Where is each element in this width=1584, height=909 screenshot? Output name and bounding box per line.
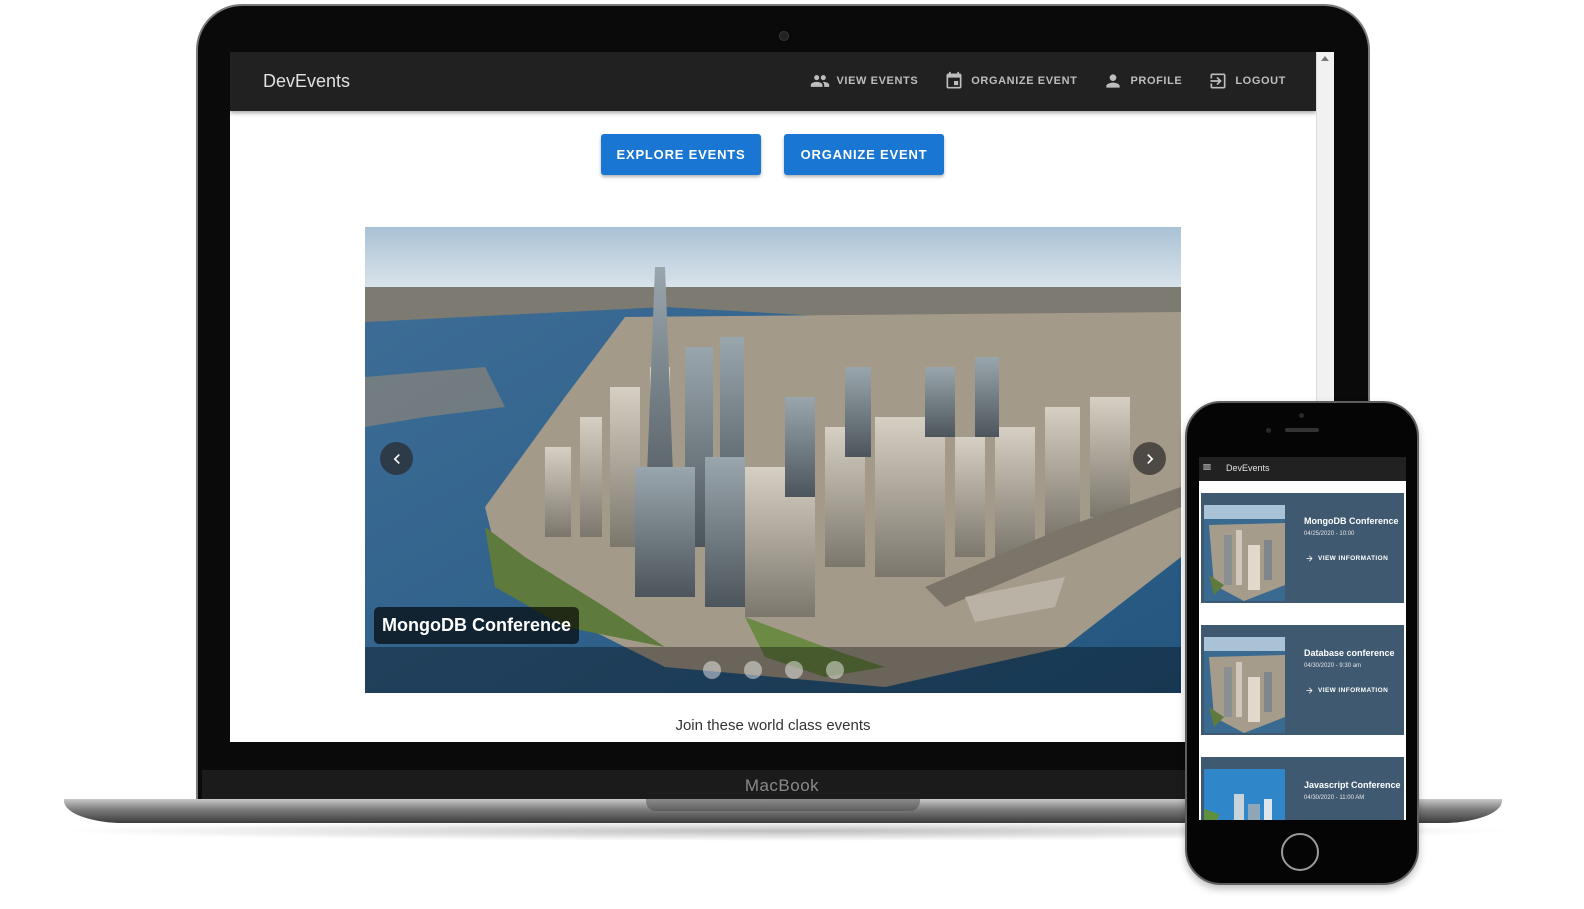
- carousel-dot[interactable]: [826, 661, 844, 679]
- event-thumbnail: [1204, 769, 1285, 820]
- laptop-notch: [646, 799, 920, 811]
- event-thumbnail: [1204, 505, 1285, 601]
- event-card-title: Database conference: [1304, 648, 1395, 658]
- view-information-label: VIEW INFORMATION: [1318, 555, 1389, 562]
- carousel-dot[interactable]: [744, 661, 762, 679]
- view-information-button[interactable]: VIEW INFORMATION: [1305, 686, 1388, 695]
- event-card[interactable]: MongoDB Conference 04/25/2020 - 10:00 VI…: [1201, 493, 1404, 603]
- mobile-brand: DevEvents: [1226, 463, 1270, 473]
- person-icon: [1106, 74, 1121, 88]
- nav-organize-event-label: ORGANIZE EVENT: [971, 75, 1078, 87]
- event-carousel: MongoDB Conference: [365, 227, 1181, 693]
- calendar-icon: [946, 71, 962, 89]
- carousel-prev-button[interactable]: [380, 442, 413, 475]
- chevron-right-icon: [1146, 453, 1153, 464]
- event-card-date: 04/25/2020 - 10:00: [1304, 531, 1355, 537]
- view-information-label: VIEW INFORMATION: [1318, 687, 1389, 694]
- arrow-right-icon: [1306, 687, 1313, 694]
- carousel-dot[interactable]: [785, 661, 803, 679]
- phone-screen: DevEvents MongoDB Conference 04/25/2020 …: [1199, 457, 1406, 820]
- event-card-date: 04/30/2020 - 11:00 AM: [1304, 795, 1365, 801]
- laptop-camera: [779, 31, 789, 41]
- explore-events-button[interactable]: EXPLORE EVENTS: [601, 134, 761, 175]
- laptop-screen: DevEvents VIEW EVENTS ORGANIZE EVENT PRO…: [230, 52, 1334, 742]
- nav-organize-event[interactable]: ORGANIZE EVENT: [944, 71, 1077, 91]
- organize-event-button[interactable]: ORGANIZE EVENT: [784, 134, 944, 175]
- mobile-toolbar: DevEvents: [1199, 457, 1406, 481]
- logout-icon: [1210, 73, 1226, 89]
- hamburger-icon[interactable]: [1202, 462, 1212, 474]
- tagline: Join these world class events: [675, 717, 871, 734]
- scroll-up-arrow[interactable]: [1321, 56, 1329, 61]
- view-information-button[interactable]: VIEW INFORMATION: [1305, 554, 1388, 563]
- event-thumbnail: [1204, 637, 1285, 733]
- app-toolbar: DevEvents VIEW EVENTS ORGANIZE EVENT PRO…: [230, 52, 1316, 111]
- arrow-right-icon: [1306, 555, 1313, 562]
- phone-sensor: [1266, 428, 1271, 433]
- phone-home-button[interactable]: [1281, 833, 1319, 871]
- chevron-left-icon: [393, 453, 400, 464]
- carousel-caption: MongoDB Conference: [374, 607, 579, 644]
- event-card-date: 04/30/2020 - 9:30 am: [1304, 663, 1362, 669]
- event-card[interactable]: Javascript Conference 04/30/2020 - 11:00…: [1201, 757, 1404, 820]
- nav-logout[interactable]: LOGOUT: [1208, 71, 1286, 91]
- phone-camera: [1299, 413, 1304, 418]
- nav-view-events-label: VIEW EVENTS: [836, 75, 919, 87]
- event-card[interactable]: Database conference 04/30/2020 - 9:30 am…: [1201, 625, 1404, 735]
- event-card-title: Javascript Conference: [1304, 780, 1401, 790]
- people-icon: [810, 75, 829, 87]
- nav-profile[interactable]: PROFILE: [1103, 71, 1182, 91]
- nav-logout-label: LOGOUT: [1235, 75, 1286, 87]
- carousel-dot[interactable]: [703, 661, 721, 679]
- app-brand[interactable]: DevEvents: [263, 71, 350, 92]
- carousel-dots: [703, 661, 844, 679]
- top-nav: VIEW EVENTS ORGANIZE EVENT PROFILE LOGOU…: [810, 71, 1287, 91]
- event-card-title: MongoDB Conference: [1304, 516, 1399, 526]
- nav-view-events[interactable]: VIEW EVENTS: [810, 71, 919, 91]
- carousel-next-button[interactable]: [1133, 442, 1166, 475]
- nav-profile-label: PROFILE: [1130, 75, 1183, 87]
- phone-speaker: [1285, 428, 1319, 432]
